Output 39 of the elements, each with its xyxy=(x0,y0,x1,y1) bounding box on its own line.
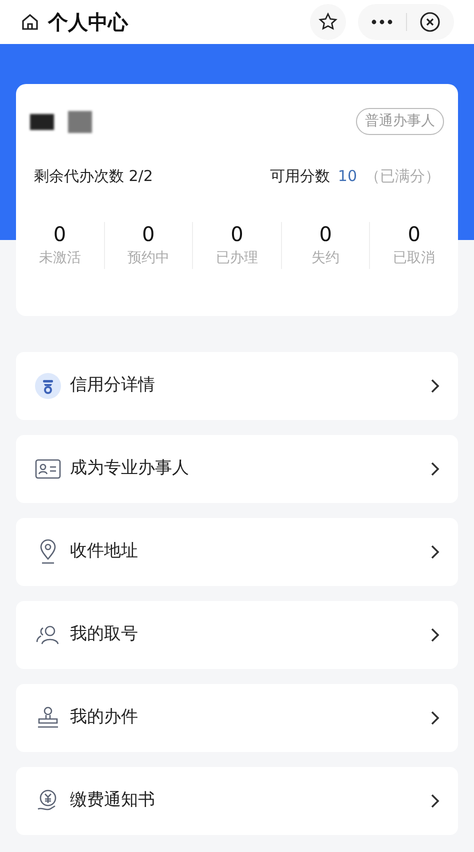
menu-item[interactable]: 我的取号 xyxy=(16,601,458,669)
home-icon[interactable] xyxy=(20,12,40,32)
chevron-right-icon xyxy=(430,461,440,477)
user-type-badge: 普通办事人 xyxy=(356,108,444,135)
score-note: （已满分） xyxy=(365,166,440,187)
score-label: 可用分数 xyxy=(270,166,330,187)
stamp-icon xyxy=(35,706,61,730)
close-icon xyxy=(419,11,442,33)
star-icon xyxy=(318,12,338,32)
menu-item[interactable]: 信用分详情 xyxy=(16,352,458,420)
stat-count: 0 xyxy=(142,222,155,246)
chevron-right-icon xyxy=(430,710,440,726)
stat-label: 已办理 xyxy=(216,248,258,268)
remaining-quota: 剩余代办次数 2/2 xyxy=(34,166,153,187)
stat-count: 0 xyxy=(319,222,332,246)
id-card-icon xyxy=(35,458,61,480)
redacted-name xyxy=(30,110,92,132)
stat-count: 0 xyxy=(53,222,66,246)
stat-count: 0 xyxy=(408,222,421,246)
location-pin-icon xyxy=(38,539,58,565)
menu-item[interactable]: 收件地址 xyxy=(16,518,458,586)
badge-icon xyxy=(35,373,61,399)
stat-label: 预约中 xyxy=(127,248,170,268)
favorite-button[interactable] xyxy=(310,4,346,40)
menu-item[interactable]: 成为专业办事人 xyxy=(16,435,458,503)
score-value: 10 xyxy=(338,166,357,187)
menu-item[interactable]: 我的办件 xyxy=(16,684,458,752)
stat-label: 未激活 xyxy=(38,248,81,268)
page-title: 个人中心 xyxy=(48,9,128,36)
menu-item[interactable]: 缴费通知书 xyxy=(16,767,458,835)
people-icon xyxy=(35,624,61,646)
chevron-right-icon xyxy=(430,378,440,394)
chevron-right-icon xyxy=(430,627,440,643)
stat-label: 失约 xyxy=(312,248,340,268)
stat-count: 0 xyxy=(230,222,244,246)
more-icon xyxy=(370,19,393,25)
stat-label: 已取消 xyxy=(393,248,436,268)
chevron-right-icon xyxy=(430,793,440,809)
chevron-right-icon xyxy=(430,544,440,560)
